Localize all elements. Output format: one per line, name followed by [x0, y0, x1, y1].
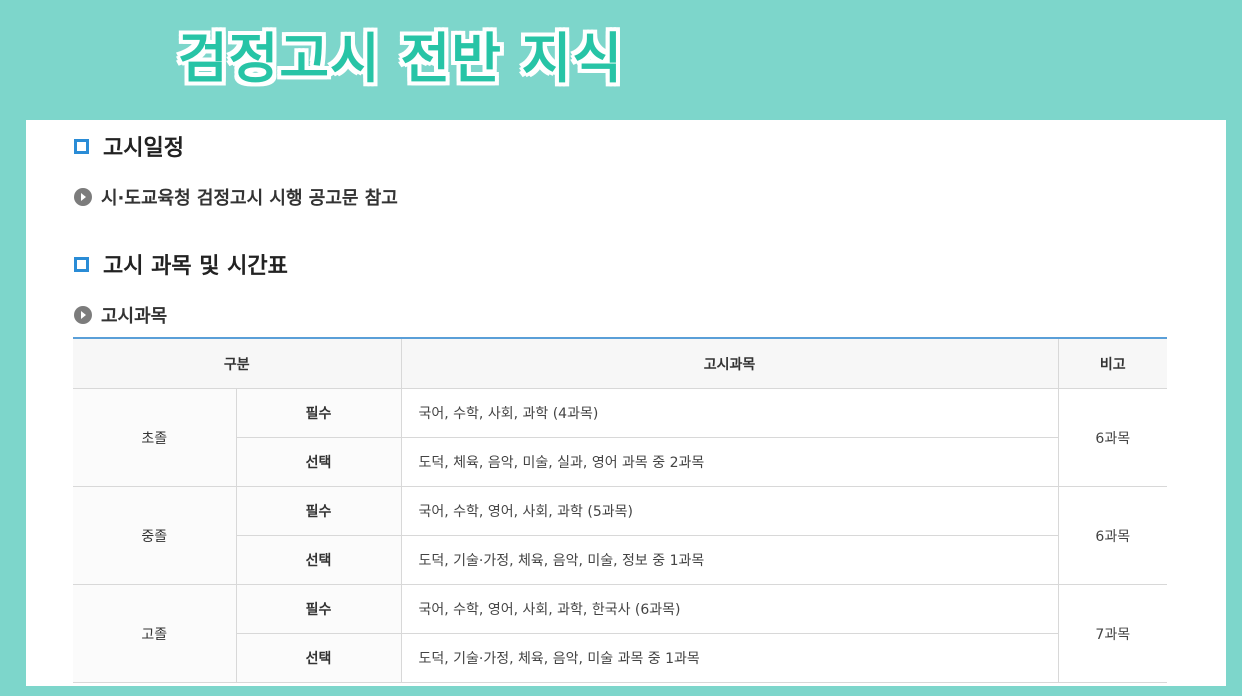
content-panel: 고시일정 시·도교육청 검정고시 시행 공고문 참고 고시 과목 및 시간표 고… — [26, 120, 1226, 686]
subject-list: 도덕, 기술·가정, 체육, 음악, 미술, 정보 중 1과목 — [401, 535, 1059, 585]
exam-subjects-table: 구분 고시과목 비고 초졸 필수 국어, 수학, 사회, 과학 (4과목) 6과… — [73, 337, 1168, 683]
header-subjects: 고시과목 — [401, 337, 1059, 389]
header-category: 구분 — [73, 337, 402, 389]
square-bullet-icon — [74, 256, 89, 272]
group-note: 6과목 — [1058, 388, 1168, 487]
section-schedule-heading: 고시일정 — [74, 130, 184, 162]
banner-title: 검정고시 전반 지식 — [178, 27, 624, 90]
table-row: 고졸 필수 국어, 수학, 영어, 사회, 과학, 한국사 (6과목) 7과목 — [73, 584, 1168, 683]
schedule-note: 시·도교육청 검정고시 시행 공고문 참고 — [74, 184, 398, 210]
subject-list: 도덕, 체육, 음악, 미술, 실과, 영어 과목 중 2과목 — [401, 437, 1059, 487]
subjects-subheading: 고시과목 — [74, 302, 167, 328]
group-note: 7과목 — [1058, 584, 1168, 683]
section-subjects-heading: 고시 과목 및 시간표 — [74, 248, 288, 280]
subject-kind: 필수 — [236, 584, 402, 634]
subject-list: 국어, 수학, 영어, 사회, 과학, 한국사 (6과목) — [401, 584, 1059, 634]
subject-list: 도덕, 기술·가정, 체육, 음악, 미술 과목 중 1과목 — [401, 633, 1059, 683]
circle-arrow-bullet-icon — [74, 188, 92, 206]
section-subjects-title: 고시 과목 및 시간표 — [103, 254, 288, 279]
subject-kind: 선택 — [236, 633, 402, 683]
schedule-note-text: 시·도교육청 검정고시 시행 공고문 참고 — [101, 188, 398, 209]
subjects-subheading-text: 고시과목 — [101, 306, 168, 327]
group-note: 6과목 — [1058, 486, 1168, 585]
section-schedule-title: 고시일정 — [103, 136, 184, 161]
subject-kind: 필수 — [236, 486, 402, 536]
table-row: 선택 도덕, 체육, 음악, 미술, 실과, 영어 과목 중 2과목 — [73, 437, 1167, 487]
circle-arrow-bullet-icon — [74, 306, 92, 324]
group-name: 중졸 — [73, 486, 237, 585]
header-note: 비고 — [1058, 337, 1168, 389]
subject-list: 국어, 수학, 영어, 사회, 과학 (5과목) — [401, 486, 1059, 536]
table-row: 선택 도덕, 기술·가정, 체육, 음악, 미술, 정보 중 1과목 — [73, 535, 1167, 585]
subject-kind: 선택 — [236, 535, 402, 585]
subject-kind: 필수 — [236, 388, 402, 438]
table-header-row: 구분 고시과목 비고 — [73, 337, 1168, 389]
table-row: 중졸 필수 국어, 수학, 영어, 사회, 과학 (5과목) 6과목 — [73, 486, 1168, 585]
subject-kind: 선택 — [236, 437, 402, 487]
table-row: 초졸 필수 국어, 수학, 사회, 과학 (4과목) 6과목 — [73, 388, 1168, 487]
subject-list: 국어, 수학, 사회, 과학 (4과목) — [401, 388, 1059, 438]
group-name: 초졸 — [73, 388, 237, 487]
table-row: 선택 도덕, 기술·가정, 체육, 음악, 미술 과목 중 1과목 — [73, 633, 1167, 683]
group-name: 고졸 — [73, 584, 237, 683]
square-bullet-icon — [74, 138, 89, 154]
